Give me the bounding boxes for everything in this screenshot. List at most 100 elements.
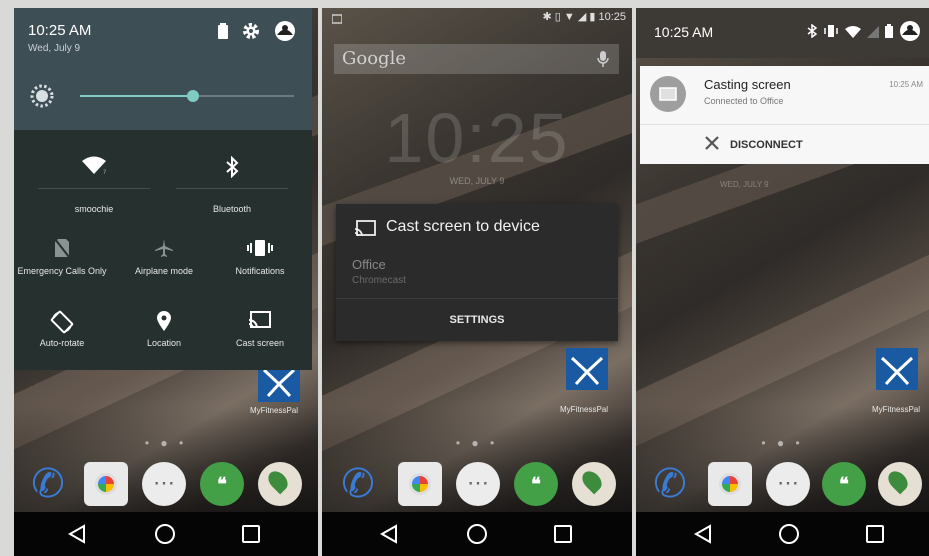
- page-indicator: • ● •: [455, 436, 499, 450]
- avatar[interactable]: [899, 20, 921, 47]
- settings-button[interactable]: SETTINGS: [336, 300, 618, 340]
- cast-notification-icon: [650, 76, 686, 112]
- phone-app-icon[interactable]: ✆: [26, 462, 70, 506]
- recents-icon: [242, 525, 260, 543]
- disconnect-button[interactable]: DISCONNECT: [704, 126, 803, 164]
- tile-emergency-calls[interactable]: Emergency Calls Only: [14, 238, 112, 276]
- tile-label: Cast screen: [235, 338, 285, 348]
- location-pin-icon: [114, 310, 214, 334]
- header-icons: [218, 20, 296, 47]
- tile-notifications[interactable]: Notifications: [210, 238, 310, 276]
- gear-icon[interactable]: [242, 22, 260, 45]
- avatar[interactable]: [274, 20, 296, 47]
- recents-button[interactable]: [860, 519, 890, 549]
- lock-clock: 10:25: [384, 99, 570, 177]
- wifi-icon: ?: [44, 156, 144, 180]
- apps-drawer-icon[interactable]: ⋯: [456, 462, 500, 506]
- page-indicator: • ● •: [144, 436, 188, 450]
- tile-label: Bluetooth: [212, 204, 252, 214]
- signal-icon: [867, 25, 879, 43]
- phone-screen-casting-notification: 10:25 AM Casting screen Connected to Off…: [636, 8, 929, 556]
- tile-label: Notifications: [235, 266, 285, 276]
- casting-notification[interactable]: Casting screen Connected to Office 10:25…: [640, 66, 929, 164]
- brightness-slider[interactable]: [30, 84, 295, 108]
- recents-icon: [554, 525, 572, 543]
- notification-time: 10:25 AM: [889, 80, 923, 89]
- tile-divider: [38, 188, 150, 189]
- camera-app-icon[interactable]: [84, 462, 128, 506]
- phone-app-icon[interactable]: ✆: [648, 462, 692, 506]
- myfitnesspal-app-icon[interactable]: [876, 348, 918, 390]
- svg-text:?: ?: [103, 169, 106, 176]
- quick-settings-panel: ? smoochie Bluetooth Emergency Calls Onl…: [14, 130, 312, 370]
- phone-screen-cast-dialog: ✱ ▯ ▼ ◢ ▮ 10:25 Google 10:25 WED, JULY 9…: [322, 8, 632, 556]
- recents-button[interactable]: [548, 519, 578, 549]
- back-button[interactable]: [688, 519, 718, 549]
- cast-icon: [354, 220, 376, 243]
- tile-label: Emergency Calls Only: [17, 266, 107, 276]
- hangouts-app-icon[interactable]: ❝: [822, 462, 866, 506]
- airplane-icon: [114, 238, 214, 262]
- navigation-bar: [14, 512, 318, 556]
- tile-wifi[interactable]: ?: [44, 156, 144, 180]
- back-button[interactable]: [374, 519, 404, 549]
- navigation-bar: [636, 512, 929, 556]
- tile-cast-screen[interactable]: Cast screen: [210, 310, 310, 348]
- home-button[interactable]: [462, 519, 492, 549]
- tile-label: Auto-rotate: [39, 338, 85, 348]
- dialog-divider: [336, 298, 618, 299]
- no-sim-icon: [14, 238, 112, 262]
- quick-settings-header: 10:25 AM Wed, July 9: [14, 8, 312, 130]
- bluetooth-icon: [182, 155, 282, 180]
- home-button[interactable]: [150, 519, 180, 549]
- brightness-icon: [30, 84, 54, 113]
- back-icon: [694, 524, 711, 544]
- cast-dialog: Cast screen to device Office Chromecast …: [336, 204, 618, 341]
- home-icon: [779, 524, 799, 544]
- cast-device-office[interactable]: Office: [352, 257, 386, 272]
- camera-app-icon[interactable]: [398, 462, 442, 506]
- notification-divider: [640, 124, 929, 125]
- tile-bluetooth[interactable]: [182, 155, 282, 180]
- vibrate-icon: [823, 24, 839, 43]
- notification-shade-header: 10:25 AM: [636, 8, 929, 58]
- vibrate-icon: [210, 238, 310, 262]
- maps-app-icon[interactable]: [878, 462, 922, 506]
- lock-date: WED, JULY 9: [449, 176, 505, 186]
- myfitnesspal-app-label: MyFitnessPal: [872, 405, 921, 414]
- phone-screen-quick-settings: MyFitnessPal 10:25 AM Wed, July 9 ? smoo…: [14, 8, 318, 556]
- myfitnesspal-app-icon[interactable]: [566, 348, 608, 390]
- hangouts-app-icon[interactable]: ❝: [200, 462, 244, 506]
- home-button[interactable]: [774, 519, 804, 549]
- maps-app-icon[interactable]: [258, 462, 302, 506]
- maps-app-icon[interactable]: [572, 462, 616, 506]
- tile-label: Airplane mode: [134, 266, 194, 276]
- cast-device-type: Chromecast: [352, 275, 406, 286]
- camera-app-icon[interactable]: [708, 462, 752, 506]
- recents-button[interactable]: [236, 519, 266, 549]
- notification-title: Casting screen: [704, 77, 791, 92]
- rotate-icon: [14, 310, 112, 334]
- tile-location[interactable]: Location: [114, 310, 214, 348]
- image-notification-icon: [331, 11, 343, 29]
- google-search-bar[interactable]: Google: [334, 44, 619, 74]
- apps-drawer-icon[interactable]: ⋯: [766, 462, 810, 506]
- tile-airplane-mode[interactable]: Airplane mode: [114, 238, 214, 276]
- microphone-icon[interactable]: [597, 50, 609, 73]
- close-icon: [704, 135, 720, 156]
- tile-label: Location: [146, 338, 182, 348]
- battery-icon: [885, 24, 893, 43]
- apps-drawer-icon[interactable]: ⋯: [142, 462, 186, 506]
- cast-icon: [210, 310, 310, 334]
- back-button[interactable]: [62, 519, 92, 549]
- navigation-bar: [322, 512, 632, 556]
- tile-divider: [176, 188, 288, 189]
- status-icons: ✱ ▯ ▼ ◢ ▮: [542, 11, 599, 23]
- myfitnesspal-app-label: MyFitnessPal: [250, 406, 299, 415]
- phone-app-icon[interactable]: ✆: [336, 462, 380, 506]
- tile-label: smoochie: [74, 204, 114, 214]
- home-icon: [155, 524, 175, 544]
- slider-thumb[interactable]: [187, 90, 200, 102]
- tile-auto-rotate[interactable]: Auto-rotate: [14, 310, 112, 348]
- hangouts-app-icon[interactable]: ❝: [514, 462, 558, 506]
